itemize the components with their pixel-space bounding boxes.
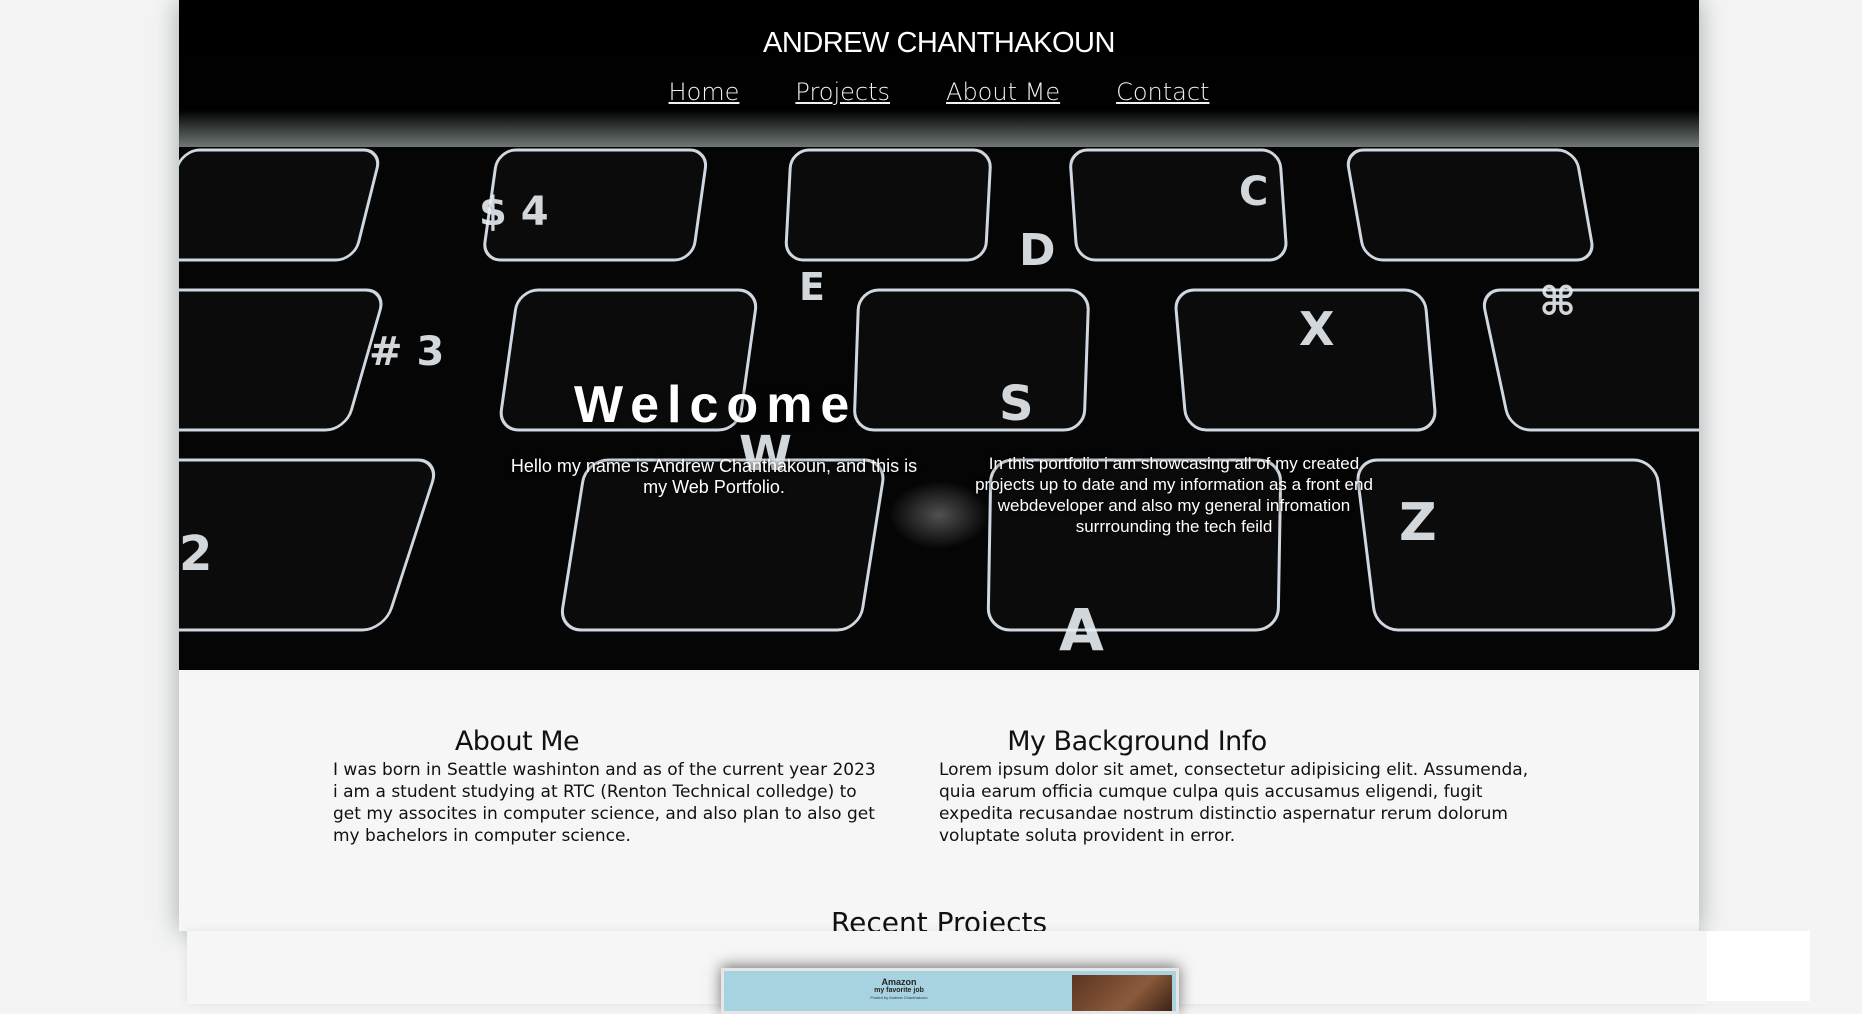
intro-text-right: In this portfolio i am showcasing all of… <box>975 454 1373 536</box>
project-card-amazon[interactable]: Amazon my favorite job Posted by Andrew … <box>721 968 1179 1014</box>
svg-text:D: D <box>1019 225 1056 276</box>
svg-text:E: E <box>799 265 825 309</box>
project-card-title: Amazon <box>881 977 917 987</box>
project-card-image <box>1072 975 1172 1011</box>
hero-section: $ 4 E D C X ⌘ # 3 S W Z A 2 ANDREW CHANT… <box>179 0 1699 670</box>
recent-projects-heading: Recent Projects <box>830 906 1048 931</box>
svg-text:⌘: ⌘ <box>1539 279 1576 325</box>
svg-text:C: C <box>1239 169 1268 215</box>
background-info-heading: My Background Info <box>1007 726 1267 757</box>
site-title: ANDREW CHANTHAKOUN <box>763 27 1115 59</box>
svg-text:X: X <box>1299 302 1334 356</box>
page-gutter <box>1707 931 1810 1001</box>
nav-link-projects[interactable]: Projects <box>795 78 890 106</box>
svg-text:Z: Z <box>1399 493 1437 553</box>
site-header: ANDREW CHANTHAKOUN Home Projects About M… <box>179 0 1699 147</box>
about-me-text: I was born in Seattle washinton and as o… <box>333 760 876 846</box>
about-me-heading: About Me <box>454 726 580 757</box>
nav-link-about-me[interactable]: About Me <box>946 78 1060 106</box>
svg-text:# 3: # 3 <box>369 329 444 375</box>
main-nav: Home Projects About Me Contact <box>179 78 1699 106</box>
svg-text:2: 2 <box>179 526 212 582</box>
nav-link-contact[interactable]: Contact <box>1116 78 1209 106</box>
intro-text-left: Hello my name is Andrew Chanthakoun, and… <box>510 456 918 497</box>
background-info-text: Lorem ipsum dolor sit amet, consectetur … <box>939 760 1529 846</box>
svg-text:A: A <box>1059 596 1104 664</box>
svg-text:$ 4: $ 4 <box>479 189 549 235</box>
project-card-note: Posted by Andrew Chanthakoun <box>870 995 928 1000</box>
welcome-heading: Welcome <box>574 376 858 434</box>
project-card-subtitle: my favorite job <box>874 987 924 994</box>
nav-link-home[interactable]: Home <box>669 78 740 106</box>
page-container: $ 4 E D C X ⌘ # 3 S W Z A 2 ANDREW CHANT… <box>179 0 1699 931</box>
